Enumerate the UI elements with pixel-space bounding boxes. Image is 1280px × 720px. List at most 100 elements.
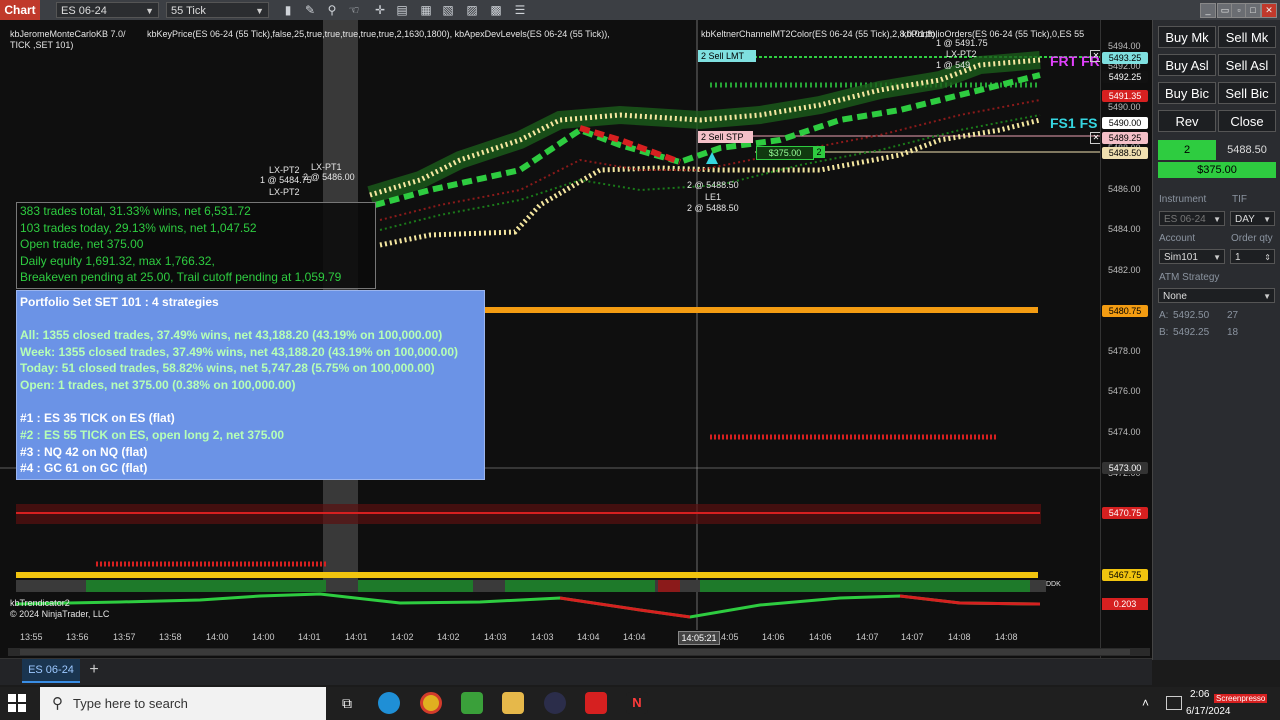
sell-stp-order[interactable]: 2 Sell STP <box>698 131 753 143</box>
instrument-select[interactable]: ES 06-24 ▼ <box>56 2 159 18</box>
time-axis-label: 14:03 <box>531 632 554 642</box>
sell-ask-button[interactable]: Sell Asl <box>1218 54 1276 76</box>
taskbar-search-input[interactable]: ⚲ Type here to search <box>40 687 326 720</box>
lx-pt2-label-2: LX-PT2 <box>269 187 300 197</box>
buy-bid-button[interactable]: Buy Bic <box>1158 82 1216 104</box>
indicators-icon[interactable]: ▧ <box>440 2 456 18</box>
portfolio-title: Portfolio Set SET 101 : 4 strategies <box>20 295 219 309</box>
period-select-value: 55 Tick <box>171 5 206 17</box>
tif-select-value: DAY <box>1235 214 1255 225</box>
atm-strategy-value: None <box>1163 291 1187 302</box>
templates-icon[interactable]: ▨ <box>464 2 480 18</box>
pencil-icon[interactable]: ✎ <box>302 2 318 18</box>
period-select[interactable]: 55 Tick ▼ <box>166 2 269 18</box>
screenpresso-icon[interactable] <box>585 692 607 714</box>
chrome-icon[interactable] <box>420 692 442 714</box>
portfolio-summary-box: Portfolio Set SET 101 : 4 strategies All… <box>16 290 485 480</box>
tab-es-06-24[interactable]: ES 06-24 <box>22 659 80 683</box>
portfolio-strategy-1: #1 : ES 35 TICK on ES (flat) <box>20 410 175 425</box>
order-qty-stepper[interactable]: 1 ⇕ <box>1230 249 1275 264</box>
atm-strategy-label: ATM Strategy <box>1159 272 1220 283</box>
atm-strategy-select[interactable]: None ▼ <box>1158 288 1275 303</box>
time-axis-label: 13:58 <box>159 632 182 642</box>
price-axis-label: 5476.00 <box>1108 386 1141 396</box>
portfolio-open: Open: 1 trades, net 375.00 (0.38% on 100… <box>20 378 296 393</box>
maximize-icon[interactable]: □ <box>1245 3 1261 18</box>
lx-pt1-fill: 2 @ 5486.00 <box>303 172 355 182</box>
crosshair-icon[interactable]: ✛ <box>372 2 388 18</box>
time-axis-label: 14:03 <box>484 632 507 642</box>
stats-equity: Daily equity 1,691.32, max 1,766.32, <box>20 253 215 268</box>
tif-label: TIF <box>1232 194 1247 205</box>
windows-start-icon[interactable] <box>8 694 28 714</box>
price-axis-label: 5484.00 <box>1108 224 1141 234</box>
hand-icon[interactable]: ☜ <box>346 2 362 18</box>
chevron-down-icon: ▼ <box>145 6 154 16</box>
data-box-icon[interactable]: ▤ <box>394 2 410 18</box>
bar-chart-icon[interactable]: ▮ <box>280 2 296 18</box>
chevron-down-icon: ▼ <box>1213 215 1221 224</box>
order-qty-label: Order qty <box>1231 233 1273 244</box>
remote-desktop-icon[interactable] <box>544 692 566 714</box>
price-tag-sell-stp: 5489.25 <box>1102 132 1148 144</box>
chart-trader-panel: Buy Mk Sell Mk Buy Asl Sell Asl Buy Bic … <box>1152 20 1280 660</box>
tif-select[interactable]: DAY ▼ <box>1230 211 1275 226</box>
crosshair-time-tag: 14:05:21 <box>678 631 720 645</box>
stats-today: 103 trades today, 29.13% wins, net 1,047… <box>20 220 257 235</box>
top-fill-1: 1 @ 5491.75 <box>936 38 988 48</box>
task-view-icon[interactable]: ⧉ <box>336 692 358 714</box>
stats-total: 383 trades total, 31.33% wins, net 6,531… <box>20 204 251 218</box>
reverse-button[interactable]: Rev <box>1158 110 1216 132</box>
sell-lmt-order[interactable]: 2 Sell LMT <box>698 50 756 62</box>
window-titlebar: Chart ES 06-24 ▼ 55 Tick ▼ ▮ ✎ ⚲ ☜ ✛ ▤ ▦ ▧… <box>0 0 1280 20</box>
keltner-midline-red <box>579 125 682 165</box>
lx-pt2-label: LX-PT2 <box>269 165 300 175</box>
time-axis-label: 14:00 <box>252 632 275 642</box>
price-tag-red2: 5470.75 <box>1102 507 1148 519</box>
bid-label: B: <box>1159 327 1169 338</box>
price-axis[interactable] <box>1100 20 1153 660</box>
account-select[interactable]: Sim101 ▼ <box>1159 249 1225 264</box>
chevron-down-icon: ▼ <box>255 6 264 16</box>
portfolio-strategy-3: #3 : NQ 42 on NQ (flat) <box>20 444 148 459</box>
file-explorer-icon[interactable] <box>502 692 524 714</box>
sell-market-button[interactable]: Sell Mk <box>1218 26 1276 48</box>
sell-bid-button[interactable]: Sell Bic <box>1218 82 1276 104</box>
time-axis-label: 14:06 <box>762 632 785 642</box>
stats-pending: Breakeven pending at 25.00, Trail cutoff… <box>20 270 342 285</box>
scrollbar-thumb[interactable] <box>20 649 1130 655</box>
strategy-stats-box: 383 trades total, 31.33% wins, net 6,531… <box>16 202 376 289</box>
buy-market-button[interactable]: Buy Mk <box>1158 26 1216 48</box>
position-pnl-tag[interactable]: $375.00 <box>756 146 814 160</box>
close-icon[interactable]: ✕ <box>1261 3 1277 18</box>
zoom-icon[interactable]: ⚲ <box>324 2 340 18</box>
trader-instrument-select[interactable]: ES 06-24 ▼ <box>1159 211 1225 226</box>
bid-size: 18 <box>1227 327 1239 338</box>
le1-label: LE1 <box>705 192 722 202</box>
time-axis-label: 14:04 <box>577 632 600 642</box>
properties-icon[interactable]: ▩ <box>488 2 504 18</box>
buy-ask-button[interactable]: Buy Asl <box>1158 54 1216 76</box>
indicator-montecarlo-2: TICK ,SET 101) <box>10 40 74 50</box>
ask-price: 5492.50 <box>1173 310 1210 321</box>
strategies-icon[interactable]: ▦ <box>418 2 434 18</box>
stepper-arrows-icon[interactable]: ⇕ <box>1264 250 1271 265</box>
price-axis-label: 5490.00 <box>1108 102 1141 112</box>
position-pnl: $375.00 <box>1158 162 1276 178</box>
display-icon[interactable] <box>1166 696 1182 710</box>
chevron-down-icon: ▼ <box>1263 215 1271 224</box>
tools-icon[interactable] <box>461 692 483 714</box>
minimize-icon[interactable]: _ <box>1200 3 1216 18</box>
stats-open: Open trade, net 375.00 <box>20 237 144 252</box>
tray-chevron-icon[interactable]: ˄ <box>1142 696 1149 710</box>
portfolio-strategy-4: #4 : GC 61 on GC (flat) <box>20 461 148 476</box>
time-axis-label: 14:04 <box>623 632 646 642</box>
trend-value-tag: 0.203 <box>1102 598 1148 610</box>
chevron-down-icon: ▼ <box>1263 292 1271 301</box>
edge-icon[interactable] <box>378 692 400 714</box>
list-icon[interactable]: ☰ <box>512 2 528 18</box>
time-axis-label: 14:07 <box>901 632 924 642</box>
add-tab-button[interactable]: + <box>86 660 102 680</box>
ninjatrader-icon[interactable]: N <box>626 692 648 714</box>
close-position-button[interactable]: Close <box>1218 110 1276 132</box>
